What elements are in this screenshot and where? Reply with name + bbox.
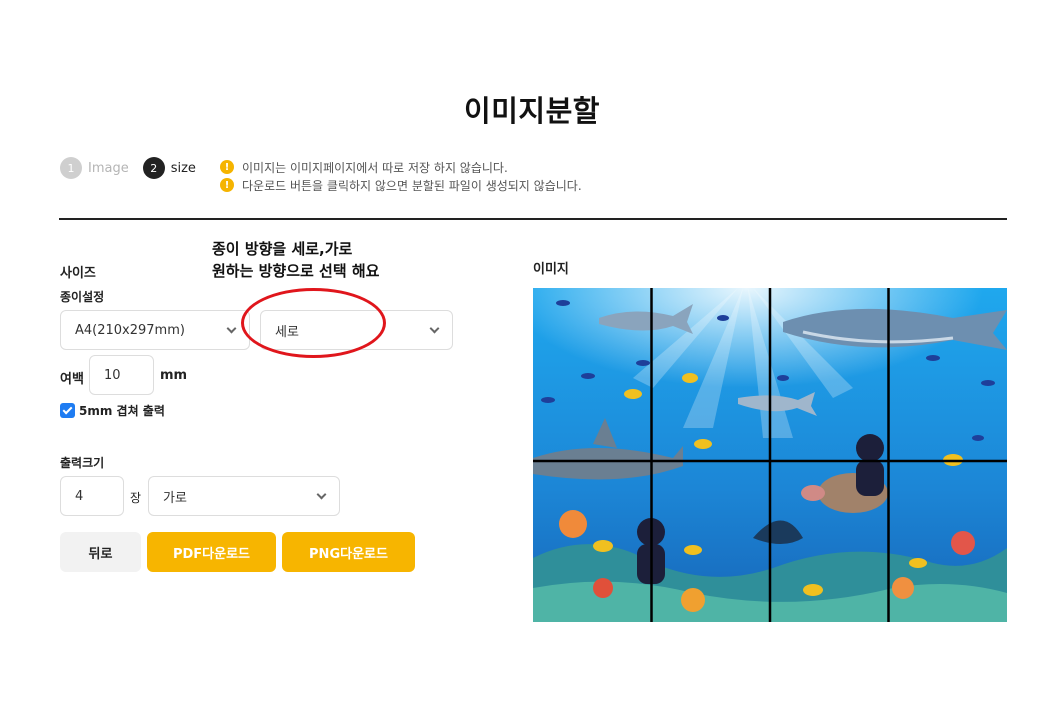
annotation-line: 원하는 방향으로 선택 해요 <box>212 262 380 280</box>
step-label: Image <box>88 160 129 176</box>
margin-input[interactable]: 10 <box>89 355 154 395</box>
preview-title: 이미지 <box>533 262 569 277</box>
warning-icon: ! <box>220 160 234 174</box>
direction-select[interactable]: 가로 <box>148 476 340 516</box>
overlap-label: 5mm 겹쳐 출력 <box>79 404 165 418</box>
overlap-checkbox[interactable] <box>60 403 75 418</box>
notice-item: ! 이미지는 이미지페이지에서 따로 저장 하지 않습니다. <box>220 158 582 176</box>
paper-size-select[interactable]: A4(210x297mm) <box>60 310 250 350</box>
output-size-title: 출력크기 <box>60 456 105 470</box>
png-download-button[interactable]: PNG다운로드 <box>282 532 415 572</box>
count-unit: 장 <box>130 491 142 505</box>
back-button[interactable]: 뒤로 <box>60 532 141 572</box>
paper-setting-label: 종이설정 <box>60 290 105 304</box>
margin-unit: mm <box>160 368 188 383</box>
annotation-circle <box>241 288 386 358</box>
step-number: 1 <box>60 157 82 179</box>
step-indicator: 1 Image 2 size <box>60 157 210 179</box>
warning-icon: ! <box>220 178 234 192</box>
notice-list: ! 이미지는 이미지페이지에서 따로 저장 하지 않습니다. ! 다운로드 버튼… <box>220 158 582 194</box>
notice-text: 다운로드 버튼을 클릭하지 않으면 분할된 파일이 생성되지 않습니다. <box>242 178 582 193</box>
page-title: 이미지분할 <box>464 94 600 128</box>
step-image[interactable]: 1 Image <box>60 157 129 179</box>
size-section-title: 사이즈 <box>60 266 96 281</box>
count-input[interactable]: 4 <box>60 476 124 516</box>
annotation-text: 종이 방향을 세로,가로 원하는 방향으로 선택 해요 <box>212 238 379 282</box>
step-number: 2 <box>142 157 165 179</box>
pdf-download-button[interactable]: PDF다운로드 <box>147 532 276 572</box>
step-label: size <box>170 160 196 176</box>
annotation-line: 종이 방향을 세로,가로 <box>212 240 353 258</box>
margin-label: 여백 <box>60 372 84 387</box>
underwater-illustration <box>533 288 1007 622</box>
step-size[interactable]: 2 size <box>142 157 196 179</box>
paper-size-value: A4(210x297mm) <box>75 322 185 338</box>
check-icon <box>62 404 73 415</box>
image-preview <box>533 288 1007 622</box>
chevron-down-icon <box>316 489 327 499</box>
chevron-down-icon <box>429 323 440 333</box>
notice-text: 이미지는 이미지페이지에서 따로 저장 하지 않습니다. <box>242 160 508 175</box>
direction-value: 가로 <box>163 490 187 506</box>
section-divider <box>59 218 1007 220</box>
notice-item: ! 다운로드 버튼을 클릭하지 않으면 분할된 파일이 생성되지 않습니다. <box>220 176 582 194</box>
chevron-down-icon <box>226 323 237 333</box>
